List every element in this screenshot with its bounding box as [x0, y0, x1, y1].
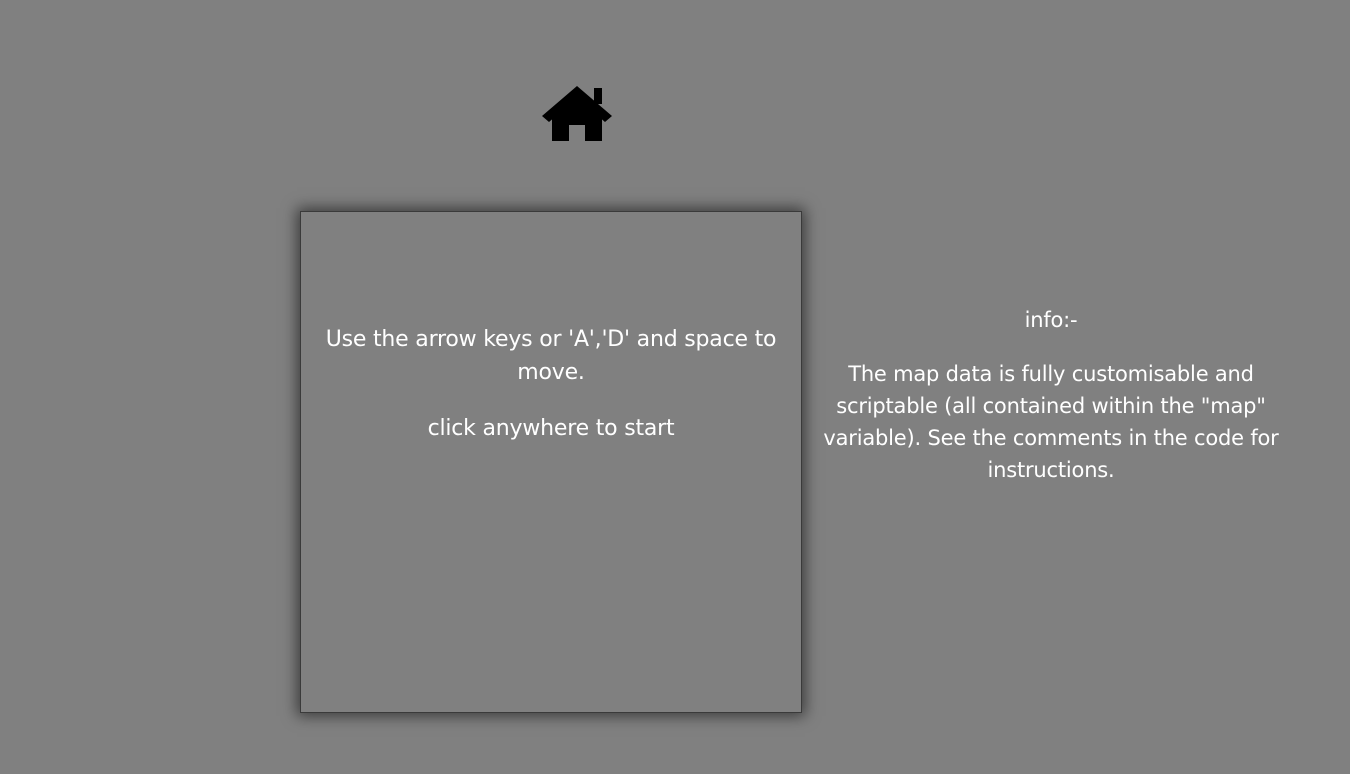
controls-text: Use the arrow keys or 'A','D' and space …: [325, 327, 777, 385]
instructions-overlay: Use the arrow keys or 'A','D' and space …: [301, 323, 801, 445]
start-prompt: click anywhere to start: [427, 416, 675, 441]
info-heading: info:-: [1024, 308, 1078, 332]
home-icon: [542, 86, 612, 141]
info-body: The map data is fully customisable and s…: [823, 362, 1279, 482]
game-canvas[interactable]: Use the arrow keys or 'A','D' and space …: [300, 211, 802, 713]
info-panel: info:- The map data is fully customisabl…: [816, 304, 1286, 486]
home-button[interactable]: [540, 84, 614, 144]
